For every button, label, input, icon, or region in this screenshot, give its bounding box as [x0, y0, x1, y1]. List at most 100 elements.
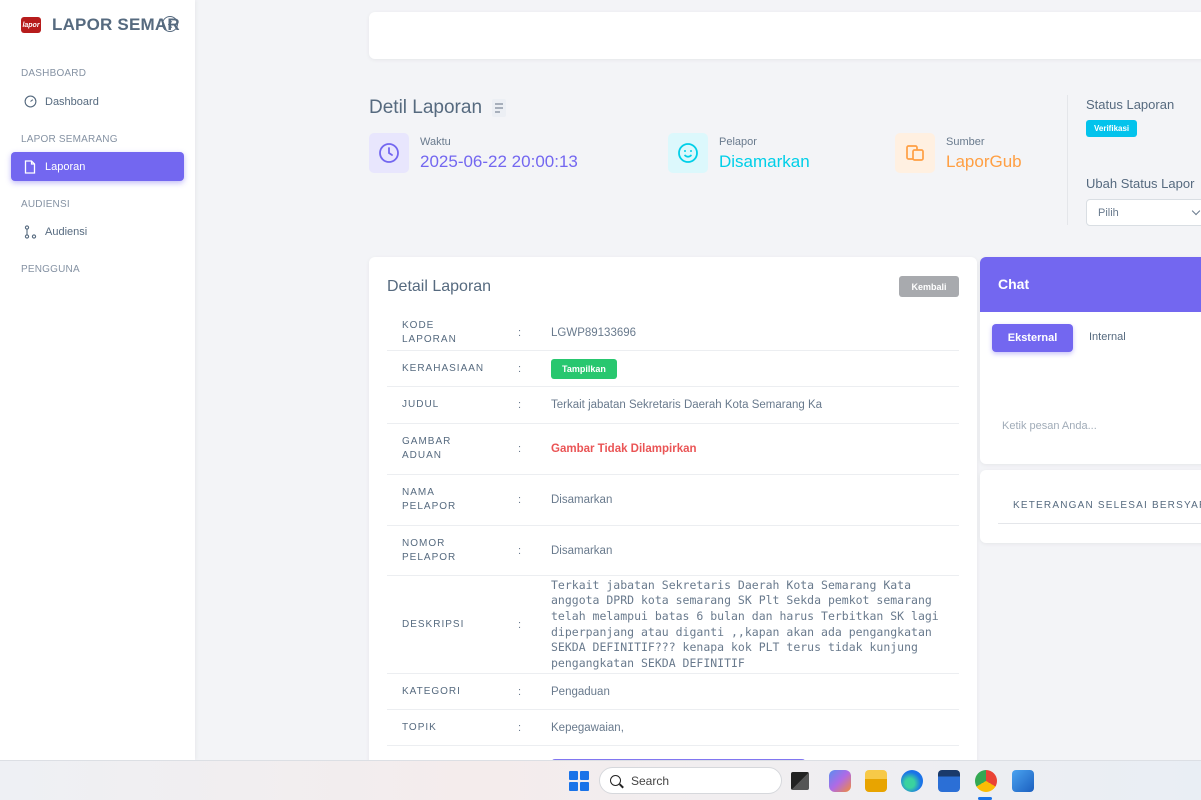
stat-value: 2025-06-22 20:00:13: [420, 152, 578, 171]
stat-sumber: Sumber LaporGub: [895, 133, 1022, 173]
row-value: LGWP89133696: [551, 326, 637, 339]
row-label: JUDUL: [402, 399, 440, 410]
nodes-icon: [23, 224, 37, 239]
stat-pelapor: Pelapor Disamarkan: [668, 133, 810, 173]
chat-title: Chat: [980, 257, 1201, 312]
row-value: Kepegawaian,: [551, 721, 624, 734]
card-title: Detail Laporan: [387, 278, 492, 295]
row-value: Terkait jabatan Sekretaris Daerah Kota S…: [551, 399, 823, 411]
row-label: NAMA PELAPOR: [402, 487, 457, 512]
status-select[interactable]: Pilih: [1086, 199, 1201, 226]
detail-card: Detail Laporan Kembali KODE LAPORAN : LG…: [369, 257, 977, 777]
row-value: Disamarkan: [551, 494, 613, 506]
keterangan-card: KETERANGAN SELESAI BERSYARAT: [980, 470, 1201, 543]
divider: [998, 523, 1201, 524]
table-row: NAMA PELAPOR : Disamarkan: [387, 475, 959, 526]
table-row: DESKRIPSI : Terkait jabatan Sekretaris D…: [387, 576, 959, 674]
row-value: Disamarkan: [551, 544, 613, 557]
gauge-icon: [23, 95, 37, 109]
menu-header-audiensi: AUDIENSI: [21, 199, 70, 210]
page-title: Detil Laporan: [369, 97, 507, 119]
chevron-down-icon: [1191, 206, 1201, 216]
sidebar-item-label: Laporan: [45, 160, 86, 173]
status-badge: Verifikasi: [1086, 120, 1138, 137]
stat-value: LaporGub: [946, 152, 1022, 171]
sidebar-item-laporan[interactable]: Laporan: [11, 152, 184, 181]
row-colon: :: [518, 326, 522, 339]
photos-icon[interactable]: [1012, 770, 1034, 792]
stat-value: Disamarkan: [719, 152, 810, 171]
stat-label: Sumber: [946, 136, 985, 148]
row-value: Pengaduan: [551, 685, 610, 698]
clock-icon: [369, 133, 409, 173]
row-label: KATEGORI: [402, 685, 461, 697]
back-button[interactable]: Kembali: [899, 276, 959, 297]
sidebar: lapor LAPOR SEMAR DASHBOARD Dashboard LA…: [0, 0, 195, 760]
select-value: Pilih: [1098, 206, 1119, 219]
chrome-icon[interactable]: [975, 770, 997, 792]
row-label: DESKRIPSI: [402, 618, 465, 630]
row-colon: :: [518, 494, 522, 506]
taskbar-search[interactable]: Search: [599, 767, 782, 794]
row-colon: :: [518, 618, 522, 631]
tab-eksternal[interactable]: Eksternal: [992, 324, 1073, 352]
table-row: KATEGORI : Pengaduan: [387, 674, 959, 710]
menu-header-dashboard: DASHBOARD: [21, 68, 87, 79]
taskbar-search-label: Search: [631, 773, 670, 788]
search-icon: [610, 775, 621, 786]
menu-header-lapor-semarang: LAPOR SEMARANG: [21, 134, 118, 145]
table-row: NOMOR PELAPOR : Disamarkan: [387, 526, 959, 576]
row-colon: :: [518, 721, 522, 734]
sidebar-item-dashboard[interactable]: Dashboard: [11, 87, 184, 116]
stat-label: Pelapor: [719, 136, 757, 148]
sidebar-item-audiensi[interactable]: Audiensi: [11, 217, 184, 246]
keterangan-title: KETERANGAN SELESAI BERSYARAT: [1013, 500, 1201, 511]
row-colon: :: [518, 362, 522, 375]
status-title: Status Laporan: [1086, 97, 1175, 112]
row-label: TOPIK: [402, 721, 437, 733]
brand-name: LAPOR SEMAR: [52, 15, 180, 34]
row-value: Gambar Tidak Dilampirkan: [551, 443, 697, 455]
sidebar-item-label: Dashboard: [45, 95, 99, 108]
menu-header-pengguna: PENGGUNA: [21, 264, 80, 275]
task-view-icon[interactable]: [791, 772, 809, 790]
row-colon: :: [518, 399, 522, 411]
divider: [1067, 95, 1068, 225]
ubah-status-title: Ubah Status Lapor: [1086, 176, 1195, 191]
windows-start-icon[interactable]: [569, 771, 589, 791]
table-row: KODE LAPORAN : LGWP89133696: [387, 315, 959, 351]
collapse-menu-icon[interactable]: [162, 16, 178, 32]
taskbar: Search: [0, 760, 1201, 800]
brand[interactable]: lapor LAPOR SEMAR: [0, 0, 195, 50]
table-row: TOPIK : Kepegawaian,: [387, 710, 959, 746]
edge-icon[interactable]: [901, 770, 923, 792]
row-value: Terkait jabatan Sekretaris Daerah Kota S…: [551, 577, 939, 670]
chat-card: Chat Eksternal Internal: [980, 257, 1201, 464]
sidebar-item-label: Audiensi: [45, 225, 88, 238]
tab-internal[interactable]: Internal: [1089, 331, 1126, 343]
row-label: NOMOR PELAPOR: [402, 537, 457, 563]
stat-label: Waktu: [420, 136, 451, 148]
visibility-badge: Tampilkan: [551, 358, 617, 379]
stat-waktu: Waktu 2025-06-22 20:00:13: [369, 133, 578, 173]
row-label: KERAHASIAAN: [402, 362, 485, 374]
copilot-icon[interactable]: [829, 770, 851, 792]
store-icon[interactable]: [938, 770, 960, 792]
row-label: KODE LAPORAN: [402, 319, 457, 345]
document-icon: [492, 99, 507, 117]
brand-logo: lapor: [21, 17, 41, 33]
page-title-text: Detil Laporan: [369, 97, 483, 118]
top-navbar: [369, 12, 1201, 59]
row-label: GAMBAR ADUAN: [402, 436, 452, 461]
row-colon: :: [518, 544, 522, 557]
table-row: JUDUL : Terkait jabatan Sekretaris Daera…: [387, 387, 959, 424]
row-colon: :: [518, 443, 522, 455]
file-icon: [23, 159, 37, 174]
table-row: KERAHASIAAN : Tampilkan: [387, 351, 959, 387]
file-explorer-icon[interactable]: [865, 770, 887, 792]
copy-icon: [895, 133, 935, 173]
row-colon: :: [518, 685, 522, 698]
chat-message-input[interactable]: [1002, 420, 1201, 432]
smile-icon: [668, 133, 708, 173]
table-row: GAMBAR ADUAN : Gambar Tidak Dilampirkan: [387, 424, 959, 475]
